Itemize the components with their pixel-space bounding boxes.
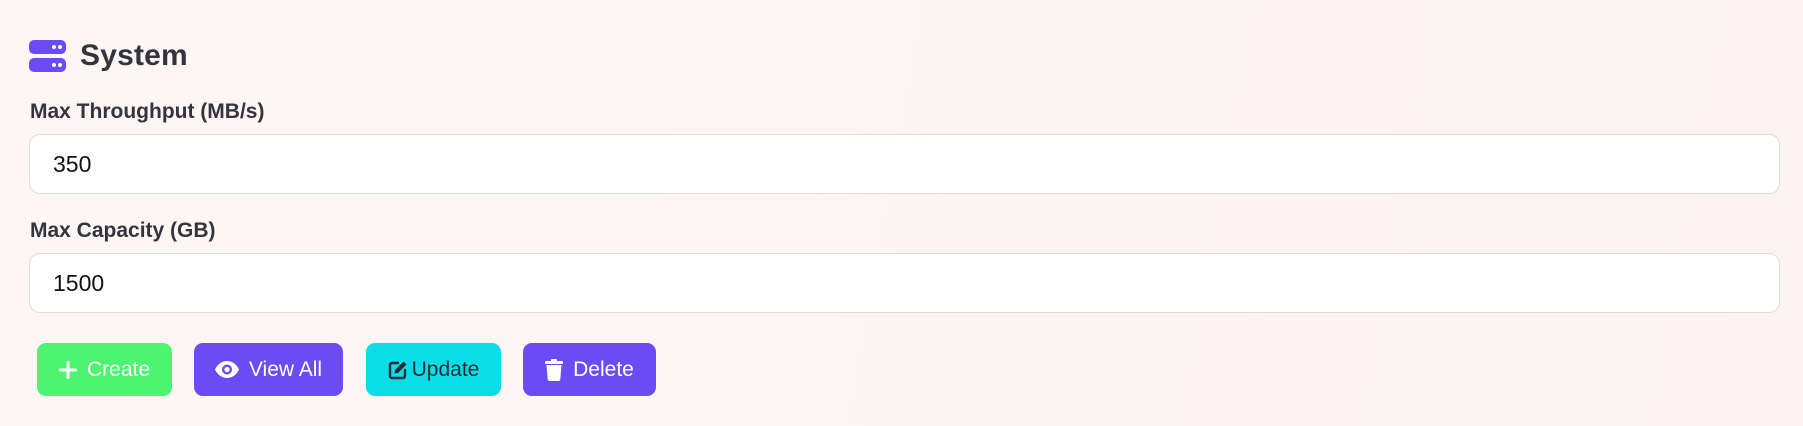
update-button-label: Update (411, 357, 480, 381)
update-button[interactable]: Update (366, 343, 501, 396)
plus-icon (58, 360, 77, 379)
max-throughput-input[interactable] (29, 134, 1780, 194)
max-capacity-label: Max Capacity (GB) (30, 219, 216, 242)
section-header: System (29, 36, 188, 76)
server-icon (29, 39, 66, 72)
create-button[interactable]: Create (37, 343, 172, 396)
max-capacity-input[interactable] (29, 253, 1780, 313)
trash-icon (545, 358, 564, 381)
max-throughput-label: Max Throughput (MB/s) (30, 100, 265, 123)
create-button-label: Create (86, 357, 151, 381)
delete-button-label: Delete (573, 357, 634, 381)
eye-icon (214, 361, 239, 378)
section-title: System (80, 39, 188, 72)
delete-button[interactable]: Delete (523, 343, 656, 396)
view-all-button[interactable]: View All (194, 343, 343, 396)
view-all-button-label: View All (248, 357, 323, 381)
edit-icon (388, 360, 408, 380)
